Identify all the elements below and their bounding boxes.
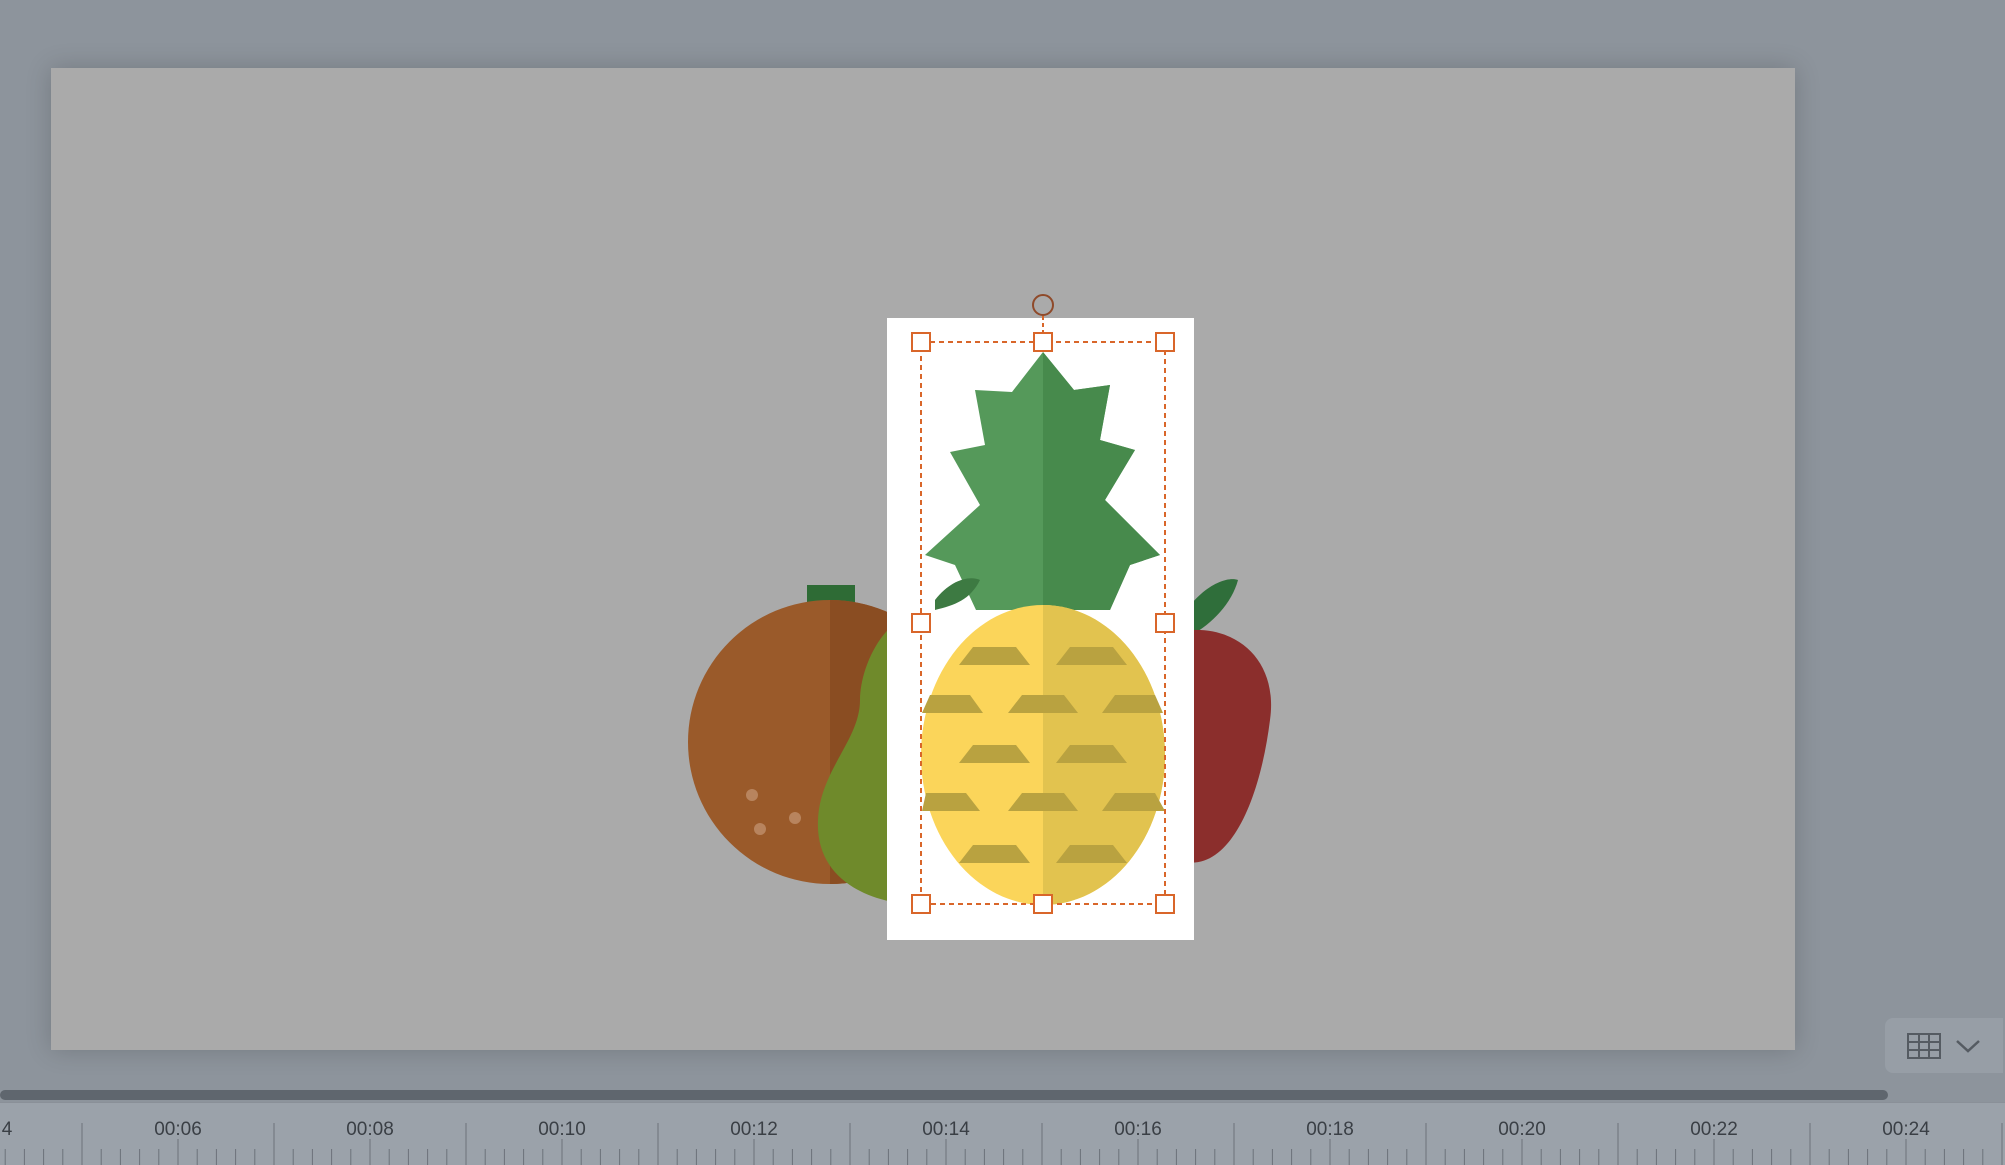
editor-workspace xyxy=(0,0,2005,1088)
time-label: 4 xyxy=(1,1119,13,1140)
grid-toggle-button[interactable] xyxy=(1885,1018,2003,1073)
time-label: 00:10 xyxy=(538,1119,586,1140)
pineapple-graphic[interactable] xyxy=(887,318,1194,940)
time-label: 00:22 xyxy=(1690,1119,1738,1140)
time-label: 00:18 xyxy=(1306,1119,1354,1140)
grid-icon xyxy=(1907,1032,1941,1059)
time-label: 00:20 xyxy=(1498,1119,1546,1140)
resize-handle-top-right[interactable] xyxy=(1155,332,1175,352)
timeline-ruler[interactable]: 4 00:06 00:08 00:10 00:12 00:14 00:16 00… xyxy=(0,1102,2005,1165)
chevron-down-icon[interactable] xyxy=(1955,1038,1981,1054)
rotate-handle[interactable] xyxy=(1032,294,1054,316)
time-label: 00:06 xyxy=(154,1119,202,1140)
time-label: 00:08 xyxy=(346,1119,394,1140)
time-label: 00:14 xyxy=(922,1119,970,1140)
time-label: 00:12 xyxy=(730,1119,778,1140)
time-label: 00:24 xyxy=(1882,1119,1930,1140)
scrollbar-thumb[interactable] xyxy=(0,1090,1888,1100)
resize-handle-middle-right[interactable] xyxy=(1155,613,1175,633)
resize-handle-bottom-right[interactable] xyxy=(1155,894,1175,914)
resize-handle-top-left[interactable] xyxy=(911,332,931,352)
resize-handle-middle-left[interactable] xyxy=(911,613,931,633)
resize-handle-bottom-left[interactable] xyxy=(911,894,931,914)
slide-artwork xyxy=(688,294,1272,940)
resize-handle-bottom-center[interactable] xyxy=(1033,894,1053,914)
resize-handle-top-center[interactable] xyxy=(1033,332,1053,352)
time-label: 00:16 xyxy=(1114,1119,1162,1140)
